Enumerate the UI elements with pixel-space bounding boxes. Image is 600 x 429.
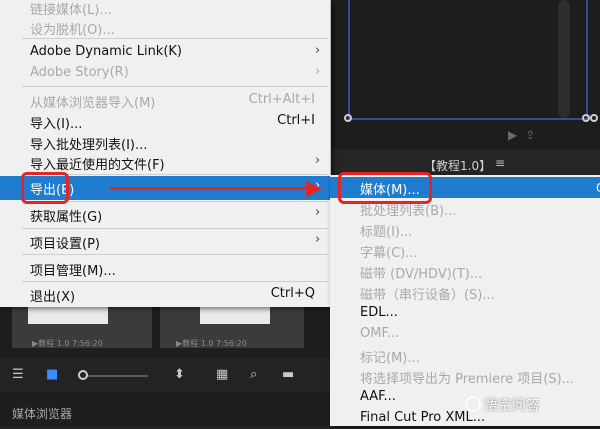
monitor-controls[interactable]: ▶⇪ <box>508 128 543 142</box>
monitor-guide-left <box>348 0 350 118</box>
watermark-text: 悟空问答 <box>484 398 540 414</box>
submenu-item-captions[interactable]: 字幕(C)... <box>330 240 600 261</box>
menu-item-get-properties[interactable]: 获取属性(G) › <box>0 203 330 227</box>
chevron-right-icon: › <box>315 232 321 247</box>
submenu-item-title[interactable]: 标题(I)... <box>330 219 600 240</box>
submenu-item-label: 磁带 (DV/HDV)(T)... <box>360 267 483 282</box>
submenu-overflow-text: C <box>596 181 600 195</box>
submenu-item-label: OMF... <box>360 326 400 341</box>
submenu-item-tape-serial[interactable]: 磁带（串行设备）(S)... <box>330 282 600 303</box>
panel-title-media-browser: 媒体浏览器 <box>12 407 73 421</box>
icon-view-icon[interactable]: ■ <box>46 367 58 382</box>
thumbnail-label: ▶教程 1.0 7:56:20 <box>32 339 103 348</box>
submenu-item-label: 标记(M)... <box>360 351 420 366</box>
export-submenu: 媒体(M)... 批处理列表(B)... 标题(I)... 字幕(C)... 磁… <box>330 175 600 426</box>
menu-item-label: 项目管理(M)... <box>30 264 116 279</box>
submenu-item-label: 标题(I)... <box>360 225 413 240</box>
menu-item-label: 设为脱机(O)... <box>30 23 115 38</box>
play-icon[interactable]: ▶ <box>508 128 525 142</box>
thumbnail-label: ▶教程 1.0 7:56:20 <box>176 339 247 348</box>
submenu-item-label: EDL... <box>360 305 398 320</box>
panel-menu-icon[interactable]: ≡ <box>495 156 505 170</box>
file-menu: 链接媒体(L)... 设为脱机(O)... Adobe Dynamic Link… <box>0 0 331 307</box>
monitor-scrollbar[interactable] <box>558 0 570 118</box>
menu-item-adobe-story[interactable]: Adobe Story(R) › <box>0 62 330 86</box>
menu-separator <box>22 228 328 229</box>
thumbnail-image <box>200 304 270 324</box>
monitor-handle-edge[interactable] <box>590 114 598 122</box>
list-view-icon[interactable]: ☰ <box>12 367 24 382</box>
zoom-slider-track[interactable] <box>86 375 148 377</box>
chevron-right-icon: › <box>315 64 321 79</box>
submenu-item-export-premiere-project[interactable]: 将选择项导出为 Premiere 项目(S)... <box>330 366 600 387</box>
menu-item-label: Adobe Dynamic Link(K) <box>30 44 183 59</box>
submenu-item-omf[interactable]: OMF... <box>330 324 600 345</box>
menu-item-label: 项目设置(P) <box>30 237 100 252</box>
zoom-slider-knob[interactable] <box>78 370 88 380</box>
menu-separator <box>22 254 328 255</box>
menu-separator <box>22 38 328 39</box>
monitor-guide-right <box>586 0 588 118</box>
menu-item-label: 获取属性(G) <box>30 210 103 225</box>
menu-item-shortcut: Ctrl+I <box>277 113 315 128</box>
annotation-arrow-line <box>110 187 310 190</box>
chevron-right-icon: › <box>315 205 321 220</box>
menu-item-make-offline[interactable]: 设为脱机(O)... <box>0 16 330 40</box>
search-icon[interactable]: ⌕ <box>250 367 257 382</box>
menu-item-label: 导入最近使用的文件(F) <box>30 158 165 173</box>
tab-sequence[interactable]: 【教程1.0】 <box>424 157 491 174</box>
chevron-right-icon: › <box>315 43 321 58</box>
watermark-logo-icon <box>465 396 481 412</box>
submenu-item-label: Final Cut Pro XML... <box>360 410 486 425</box>
menu-item-shortcut: Ctrl+Alt+I <box>248 92 315 107</box>
menu-separator <box>22 86 328 87</box>
sort-icon[interactable]: ⬍ <box>174 367 185 382</box>
menu-item-shortcut: Ctrl+Q <box>270 286 315 301</box>
monitor-handle-left[interactable] <box>344 114 352 122</box>
monitor-handle-right[interactable] <box>582 114 590 122</box>
submenu-item-edl[interactable]: EDL... <box>330 303 600 324</box>
new-bin-icon[interactable]: ▦ <box>216 367 228 382</box>
submenu-item-label: AAF... <box>360 389 396 404</box>
chevron-right-icon: › <box>315 153 321 168</box>
submenu-item-markers[interactable]: 标记(M)... <box>330 345 600 366</box>
submenu-item-tape-dv[interactable]: 磁带 (DV/HDV)(T)... <box>330 261 600 282</box>
folder-icon[interactable]: ▬ <box>282 367 294 382</box>
monitor-guide-bottom <box>348 118 588 120</box>
thumbnail-image <box>28 304 108 324</box>
submenu-item-label: 字幕(C)... <box>360 246 418 261</box>
menu-item-project-settings[interactable]: 项目设置(P) › <box>0 230 330 254</box>
annotation-box-export <box>21 172 69 204</box>
menu-item-project-manager[interactable]: 项目管理(M)... <box>0 257 330 281</box>
annotation-box-media <box>338 172 432 204</box>
submenu-item-label: 将选择项导出为 Premiere 项目(S)... <box>360 372 575 387</box>
menu-item-label: Adobe Story(R) <box>30 65 129 80</box>
export-frame-icon[interactable]: ⇪ <box>525 128 543 142</box>
menu-item-exit[interactable]: 退出(X) Ctrl+Q <box>0 283 330 307</box>
annotation-arrow-head <box>306 181 322 197</box>
submenu-item-label: 磁带（串行设备）(S)... <box>360 288 495 303</box>
menu-separator <box>22 281 328 282</box>
